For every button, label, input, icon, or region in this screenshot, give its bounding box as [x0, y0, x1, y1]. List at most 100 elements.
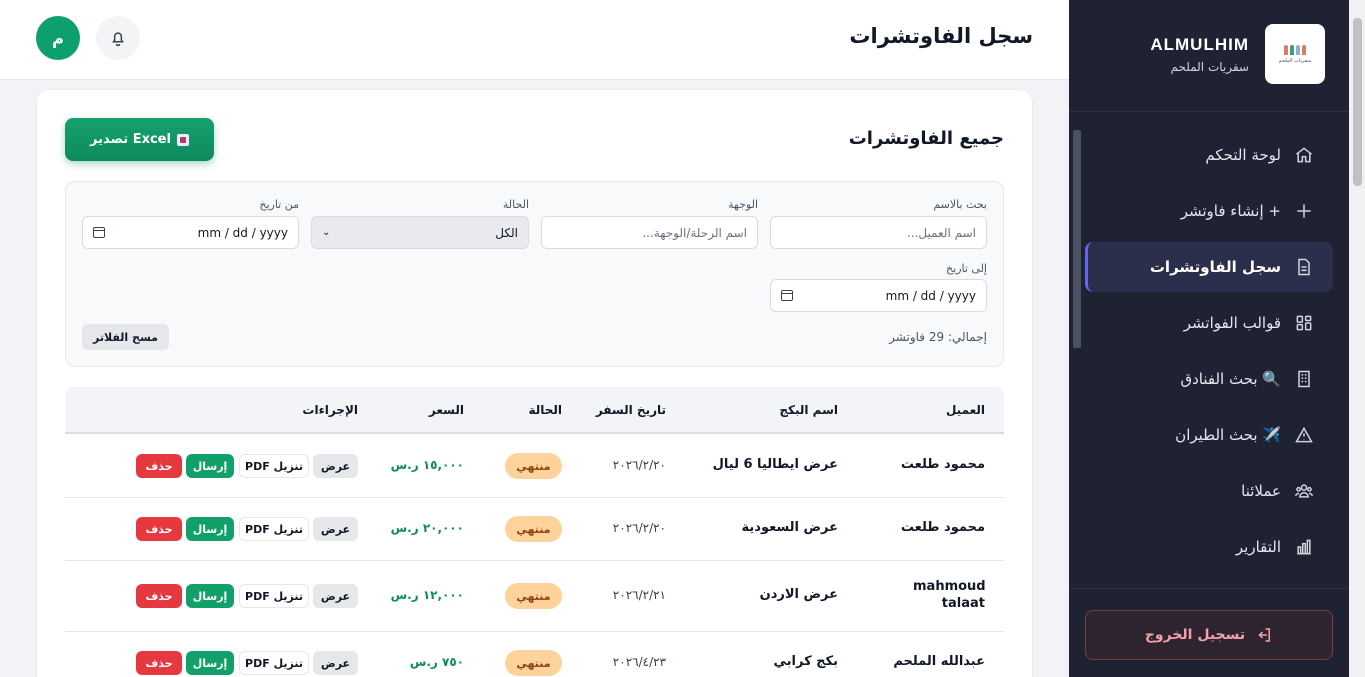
total-count: إجمالي: 29 فاوتشر [889, 330, 987, 344]
destination-label: الوجهة [728, 198, 758, 211]
brand-logo: سفريات الملحم [1265, 24, 1325, 84]
from-date-input[interactable]: mm / dd / yyyy [82, 216, 299, 249]
send-button[interactable]: إرسال [186, 517, 234, 541]
sidebar-item-create-voucher[interactable]: + إنشاء فاوتشر [1085, 186, 1333, 236]
sidebar-item-label: + إنشاء فاوتشر [1180, 202, 1281, 220]
customer-cell: عبدالله الملحم [893, 654, 985, 669]
send-button[interactable]: إرسال [186, 584, 234, 608]
search-label: بحث بالاسم [933, 198, 987, 211]
logout-icon [1258, 628, 1271, 642]
column-actions: الإجراءات [302, 403, 358, 417]
sidebar-item-voucher-log[interactable]: سجل الفاوتشرات [1085, 242, 1333, 292]
status-badge: منتهي [505, 650, 562, 676]
bell-icon [112, 32, 124, 47]
to-date-placeholder: mm / dd / yyyy [885, 288, 976, 303]
logout-label: تسجيل الخروج [1144, 627, 1246, 643]
table-row: محمود طلعت عرض ايطاليا 6 ليال ٢٠٢٦/٢/٢٠ … [65, 434, 1004, 498]
package-cell: عرض السعودية [741, 520, 838, 535]
customer-cell: محمود طلعت [900, 520, 985, 535]
status-badge: منتهي [505, 583, 562, 609]
table-row: mahmoud talaat عرض الاردن ٢٠٢٦/٢/٢١ منته… [65, 561, 1004, 632]
sidebar-item-clients[interactable]: عملائنا [1085, 466, 1333, 516]
page-scrollbar[interactable] [1353, 18, 1362, 186]
sidebar-scrollbar[interactable] [1073, 130, 1081, 348]
excel-icon [176, 133, 189, 146]
sidebar-item-templates[interactable]: قوالب الفواتشر [1085, 298, 1333, 348]
customer-cell: mahmoud talaat [913, 579, 986, 611]
date-cell: ٢٠٢٦/٢/٢٠ [612, 521, 666, 535]
from-date-label: من تاريخ [259, 198, 299, 211]
brand-subtitle: سفريات الملحم [1170, 60, 1250, 74]
table-header: العميل اسم البكج تاريخ السفر الحالة السع… [65, 387, 1004, 434]
date-cell: ٢٠٢٦/٤/٢٣ [612, 655, 666, 669]
status-label: الحالة [502, 198, 529, 211]
package-cell: عرض الاردن [759, 587, 838, 602]
price-cell: ٢٠,٠٠٠ ر.س [390, 521, 464, 535]
vouchers-card: جميع الفاوتشرات تصدير Excel بحث بالاسم ا… [37, 90, 1032, 677]
package-cell: بكج كرابي [773, 654, 838, 669]
view-button[interactable]: عرض [313, 584, 358, 608]
sidebar-item-flight-search[interactable]: ✈️ بحث الطيران [1085, 410, 1333, 460]
package-cell: عرض ايطاليا 6 ليال [712, 457, 838, 472]
logout-area: تسجيل الخروج [1069, 588, 1349, 677]
sidebar-item-label: التقارير [1235, 538, 1281, 556]
logout-button[interactable]: تسجيل الخروج [1085, 610, 1333, 660]
chevron-down-icon: ⌄ [322, 227, 331, 238]
document-icon [1293, 256, 1315, 278]
column-customer: العميل [945, 403, 985, 417]
download-pdf-button[interactable]: تنزيل PDF [239, 651, 309, 675]
sidebar-nav: لوحة التحكم + إنشاء فاوتشر سجل الفاوتشرا… [1085, 130, 1333, 578]
sidebar-item-reports[interactable]: التقارير [1085, 522, 1333, 572]
chart-icon [1293, 536, 1315, 558]
delete-button[interactable]: حذف [136, 454, 182, 478]
view-button[interactable]: عرض [313, 517, 358, 541]
home-icon [1293, 144, 1315, 166]
price-cell: ١٢,٠٠٠ ر.س [390, 588, 464, 602]
sidebar-item-label: قوالب الفواتشر [1183, 314, 1281, 332]
column-package: اسم البكج [779, 403, 838, 417]
filters-panel: بحث بالاسم اسم العميل... الوجهة اسم الرح… [65, 181, 1004, 367]
destination-input[interactable]: اسم الرحلة/الوجهة... [541, 216, 758, 249]
brand-block: سفريات الملحم ALMULHIM سفريات الملحم [1069, 0, 1349, 112]
sidebar-item-label: ✈️ بحث الطيران [1175, 426, 1281, 444]
avatar[interactable]: م [36, 16, 80, 60]
column-travel-date: تاريخ السفر [595, 403, 666, 417]
view-button[interactable]: عرض [313, 454, 358, 478]
download-pdf-button[interactable]: تنزيل PDF [239, 454, 309, 478]
download-pdf-button[interactable]: تنزيل PDF [239, 584, 309, 608]
export-excel-button[interactable]: تصدير Excel [65, 118, 214, 161]
notification-bell-button[interactable] [96, 16, 140, 60]
download-pdf-button[interactable]: تنزيل PDF [239, 517, 309, 541]
delete-button[interactable]: حذف [136, 517, 182, 541]
search-input[interactable]: اسم العميل... [770, 216, 987, 249]
view-button[interactable]: عرض [313, 651, 358, 675]
sidebar-item-label: لوحة التحكم [1205, 146, 1281, 164]
status-badge: منتهي [505, 516, 562, 542]
building-icon [1293, 368, 1315, 390]
logo-mark-icon [1284, 44, 1306, 55]
top-header: سجل الفاوتشرات م [0, 0, 1069, 80]
delete-button[interactable]: حذف [136, 651, 182, 675]
clear-filters-button[interactable]: مسح الفلاتر [82, 324, 169, 350]
brand-name: ALMULHIM [1150, 35, 1249, 54]
logo-text: سفريات الملحم [1278, 57, 1312, 64]
grid-icon [1293, 312, 1315, 334]
price-cell: ١٥,٠٠٠ ر.س [390, 458, 464, 472]
card-title: جميع الفاوتشرات [848, 128, 1004, 149]
sidebar-item-dashboard[interactable]: لوحة التحكم [1085, 130, 1333, 180]
sidebar-item-hotel-search[interactable]: 🔍 بحث الفنادق [1085, 354, 1333, 404]
delete-button[interactable]: حذف [136, 584, 182, 608]
sidebar: سفريات الملحم ALMULHIM سفريات الملحم لوح… [1069, 0, 1365, 677]
export-excel-label: تصدير Excel [90, 132, 171, 147]
to-date-input[interactable]: mm / dd / yyyy [770, 279, 987, 312]
status-select[interactable]: الكل ⌄ [311, 216, 529, 249]
users-icon [1293, 480, 1315, 502]
send-button[interactable]: إرسال [186, 454, 234, 478]
date-cell: ٢٠٢٦/٢/٢٠ [612, 458, 666, 472]
column-status: الحالة [528, 403, 562, 417]
send-button[interactable]: إرسال [186, 651, 234, 675]
warning-icon [1293, 424, 1315, 446]
to-date-label: إلى تاريخ [946, 262, 987, 275]
page-title: سجل الفاوتشرات [849, 24, 1033, 48]
calendar-icon [93, 227, 105, 238]
